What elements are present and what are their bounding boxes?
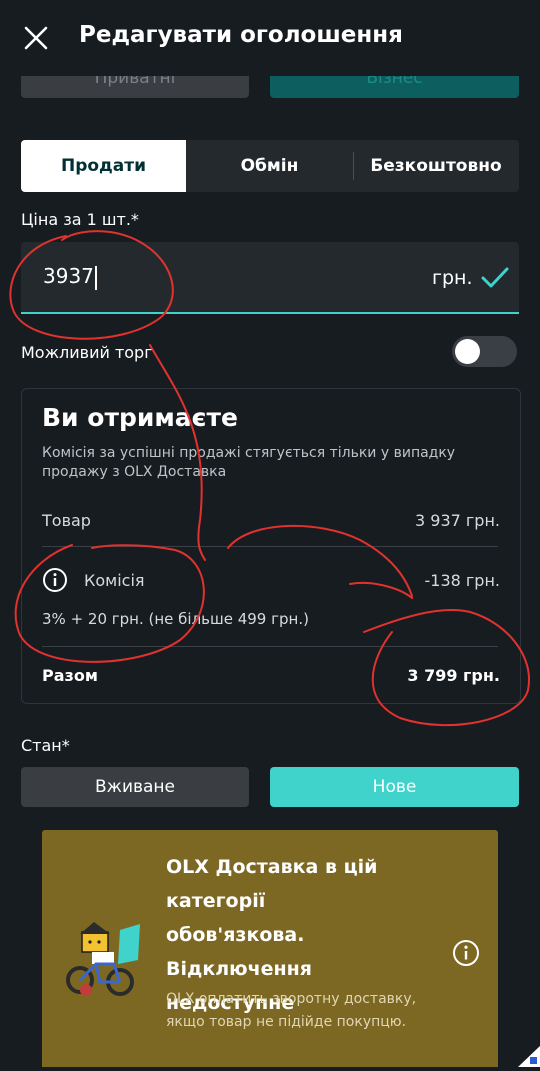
divider — [42, 646, 498, 647]
delivery-note: OLX оплатить зворотну доставку, якщо тов… — [166, 991, 417, 1030]
page-title: Редагувати оголошення — [79, 22, 403, 48]
receive-summary-card: Ви отримаєте Комісія за успішні продажі … — [21, 388, 521, 704]
info-icon[interactable] — [452, 939, 480, 967]
condition-new-button[interactable]: Нове — [270, 767, 519, 807]
fee-detail: 3% + 20 грн. (не більше 499 грн.) — [42, 610, 309, 628]
total-label: Разом — [42, 666, 98, 685]
tab-exchange[interactable]: Обмін — [186, 140, 353, 192]
courier-bike-illustration — [64, 920, 148, 1000]
corner-badge-icon — [518, 1046, 540, 1067]
commission-note: Комісія за успішні продажі стягується ті… — [42, 445, 456, 480]
price-input[interactable]: 3937 грн. — [21, 242, 519, 314]
receive-title: Ви отримаєте — [42, 403, 238, 432]
divider — [42, 546, 498, 547]
negotiable-label: Можливий торг — [21, 343, 153, 362]
goods-label: Товар — [42, 511, 91, 530]
tab-free[interactable]: Безкоштовно — [353, 140, 519, 192]
fee-value: -138 грн. — [424, 571, 500, 590]
total-value: 3 799 грн. — [407, 666, 500, 685]
info-icon[interactable] — [42, 567, 68, 593]
deal-type-tabs: Продати Обмін Безкоштовно — [21, 140, 519, 192]
text-cursor — [94, 265, 97, 290]
price-label: Ціна за 1 шт.* — [21, 210, 139, 229]
condition-label: Стан* — [21, 736, 70, 755]
check-icon — [479, 264, 511, 292]
tab-sell[interactable]: Продати — [21, 140, 186, 192]
fee-label: Комісія — [84, 571, 145, 590]
close-icon[interactable] — [18, 20, 56, 58]
goods-value: 3 937 грн. — [415, 511, 500, 530]
condition-used-button[interactable]: Вживане — [21, 767, 249, 807]
toggle-knob — [455, 339, 480, 364]
negotiable-toggle[interactable] — [452, 336, 517, 367]
app-header: Редагувати оголошення — [0, 0, 540, 76]
price-currency: грн. — [432, 267, 473, 289]
delivery-banner: OLX Доставка в цій категорії обов'язкова… — [42, 830, 498, 1067]
price-value: 3937 — [43, 264, 97, 290]
